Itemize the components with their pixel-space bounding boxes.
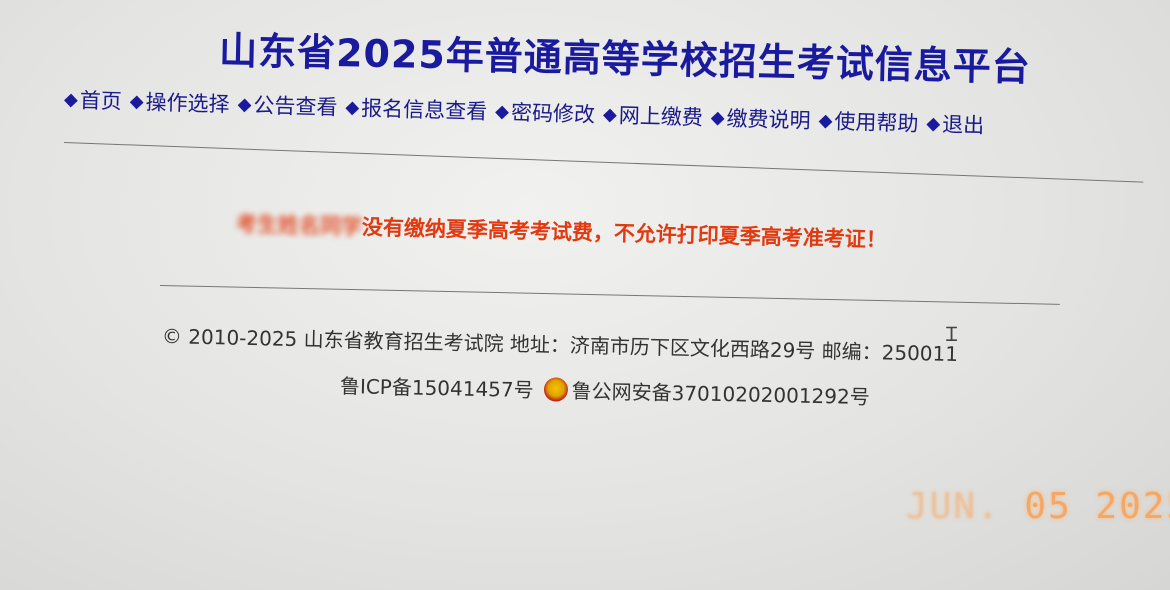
stamp-date: 05 2025 <box>1024 486 1170 527</box>
nav-item-label: 退出 <box>941 112 985 138</box>
text-cursor-icon: Ɪ <box>946 322 958 346</box>
police-badge-icon <box>543 376 568 402</box>
payment-warning-message: 考生姓名同学没有缴纳夏季高考考试费，不允许打印夏季高考准考证！ <box>236 208 888 254</box>
stamp-month: JUN. <box>906 486 1001 527</box>
police-record-link[interactable]: 鲁公网安备37010202001292号 <box>571 375 870 410</box>
nav-item-label: 使用帮助 <box>834 109 919 136</box>
nav-item-label: 公告查看 <box>253 93 338 120</box>
nav-item-label: 操作选择 <box>145 90 230 117</box>
diamond-bullet-icon: ◆ <box>710 106 725 128</box>
page-background: 山东省2025年普通高等学校招生考试信息平台 ◆ 首页 ◆ 操作选择 ◆ 公告查… <box>0 0 1170 590</box>
diamond-bullet-icon: ◆ <box>602 103 618 125</box>
icp-record-link[interactable]: 鲁ICP备15041457号 <box>340 370 534 403</box>
nav-item-registration-info[interactable]: ◆ 报名信息查看 <box>345 92 488 126</box>
footer-divider <box>159 285 1060 305</box>
diamond-bullet-icon: ◆ <box>494 100 510 122</box>
nav-item-announcements[interactable]: ◆ 公告查看 <box>237 89 338 122</box>
main-nav: ◆ 首页 ◆ 操作选择 ◆ 公告查看 ◆ 报名信息查看 ◆ 密码修改 ◆ 网上缴… <box>64 84 1164 145</box>
diamond-bullet-icon: ◆ <box>926 112 941 134</box>
nav-item-online-payment[interactable]: ◆ 网上缴费 <box>603 99 704 132</box>
nav-item-operation-select[interactable]: ◆ 操作选择 <box>129 86 230 119</box>
nav-item-home[interactable]: ◆ 首页 <box>64 84 123 116</box>
photo-date-stamp: JUN. 05 2025 <box>906 486 1170 527</box>
page-title: 山东省2025年普通高等学校招生考试信息平台 <box>218 28 1032 90</box>
nav-item-payment-instructions[interactable]: ◆ 缴费说明 <box>710 102 811 135</box>
diamond-bullet-icon: ◆ <box>63 88 79 110</box>
nav-item-label: 缴费说明 <box>726 106 811 133</box>
nav-item-logout[interactable]: ◆ 退出 <box>926 108 985 140</box>
diamond-bullet-icon: ◆ <box>818 109 833 131</box>
nav-item-label: 首页 <box>79 88 123 114</box>
warning-text: 没有缴纳夏季高考考试费，不允许打印夏季高考准考证！ <box>361 215 888 252</box>
diamond-bullet-icon: ◆ <box>129 90 144 112</box>
footer-records: 鲁ICP备15041457号 鲁公网安备37010202001292号 <box>340 370 870 410</box>
redacted-student-name: 考生姓名同学 <box>235 212 363 240</box>
nav-item-label: 网上缴费 <box>618 103 704 130</box>
header-divider <box>63 142 1144 183</box>
nav-item-change-password[interactable]: ◆ 密码修改 <box>495 96 596 129</box>
nav-item-label: 密码修改 <box>510 100 596 127</box>
diamond-bullet-icon: ◆ <box>345 96 360 118</box>
footer-copyright: © 2010-2025 山东省教育招生考试院 地址：济南市历下区文化西路29号 … <box>161 324 959 367</box>
diamond-bullet-icon: ◆ <box>237 93 252 115</box>
nav-item-label: 报名信息查看 <box>360 96 488 124</box>
nav-item-help[interactable]: ◆ 使用帮助 <box>818 105 919 138</box>
